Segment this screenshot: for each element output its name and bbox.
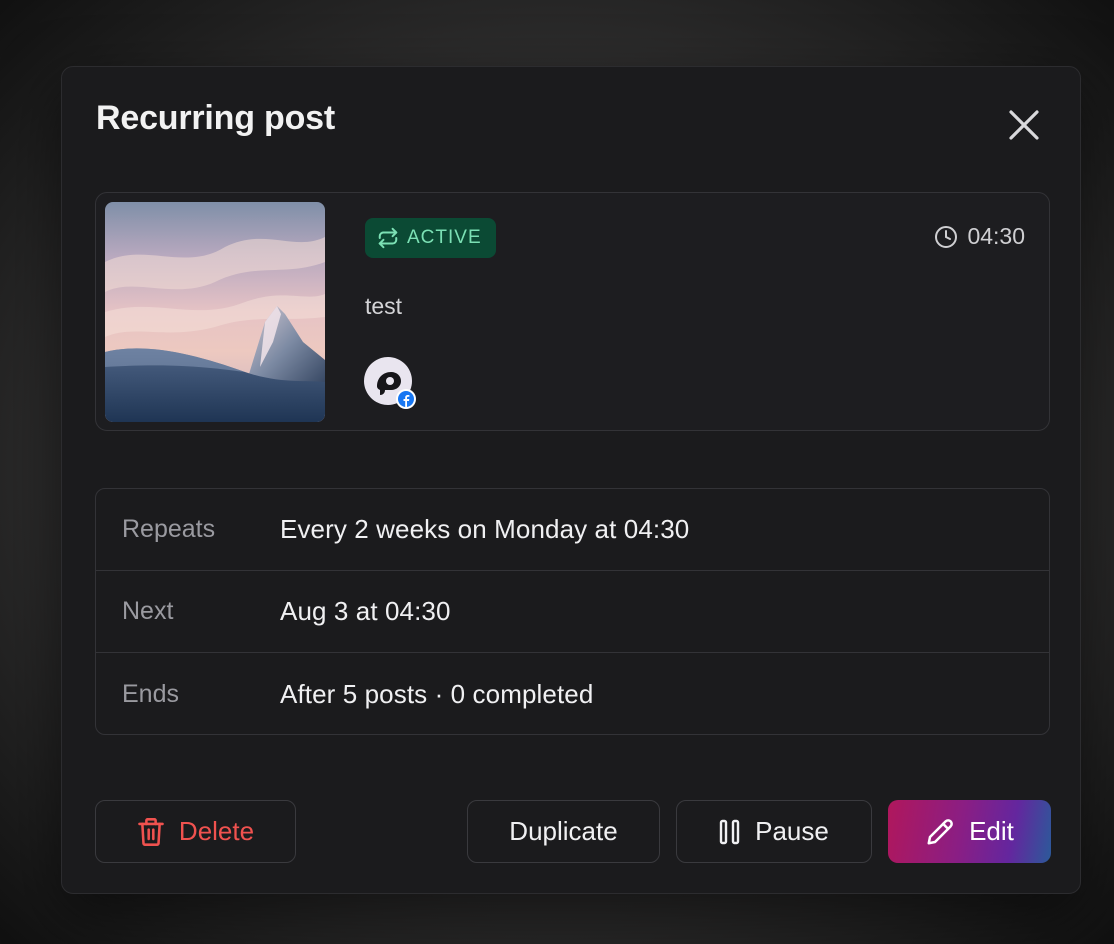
repeat-icon bbox=[378, 227, 398, 249]
delete-button[interactable]: Delete bbox=[95, 800, 296, 863]
pause-icon bbox=[719, 819, 740, 844]
detail-row-ends: Ends After 5 posts · 0 completed bbox=[96, 653, 1049, 734]
recurring-post-modal: Recurring post ACTIVE 04:30 test Repeats… bbox=[61, 66, 1081, 894]
detail-label: Ends bbox=[122, 679, 179, 708]
detail-row-repeats: Repeats Every 2 weeks on Monday at 04:30 bbox=[96, 489, 1049, 571]
edit-label: Edit bbox=[969, 816, 1014, 846]
status-badge: ACTIVE bbox=[365, 218, 496, 258]
pause-label: Pause bbox=[755, 816, 829, 846]
close-button[interactable] bbox=[1002, 103, 1046, 147]
detail-value: After 5 posts · 0 completed bbox=[280, 678, 594, 709]
clock-icon bbox=[935, 225, 958, 248]
facebook-badge bbox=[396, 389, 416, 409]
post-thumbnail bbox=[105, 202, 325, 422]
status-label: ACTIVE bbox=[407, 227, 482, 248]
schedule-details: Repeats Every 2 weeks on Monday at 04:30… bbox=[95, 488, 1050, 735]
pause-button[interactable]: Pause bbox=[676, 800, 872, 863]
detail-value: Every 2 weeks on Monday at 04:30 bbox=[280, 514, 690, 544]
delete-label: Delete bbox=[178, 816, 255, 846]
pencil-icon bbox=[927, 818, 953, 844]
duplicate-label: Duplicate bbox=[509, 816, 618, 846]
detail-value: Aug 3 at 04:30 bbox=[280, 596, 451, 626]
post-text: test bbox=[365, 293, 403, 319]
trash-icon bbox=[138, 817, 164, 846]
account-avatar[interactable] bbox=[364, 357, 416, 409]
detail-label: Repeats bbox=[122, 515, 216, 543]
facebook-icon bbox=[398, 391, 414, 407]
detail-label: Next bbox=[122, 597, 174, 625]
post-preview-card[interactable]: ACTIVE 04:30 test bbox=[95, 192, 1050, 431]
close-icon bbox=[1009, 110, 1039, 140]
modal-title: Recurring post bbox=[96, 99, 336, 137]
post-time: 04:30 bbox=[934, 223, 1025, 250]
post-time-value: 04:30 bbox=[967, 223, 1025, 249]
edit-button[interactable]: Edit bbox=[888, 800, 1051, 863]
duplicate-button[interactable]: Duplicate bbox=[467, 800, 660, 863]
detail-row-next: Next Aug 3 at 04:30 bbox=[96, 571, 1049, 653]
mountain-image bbox=[105, 202, 325, 422]
